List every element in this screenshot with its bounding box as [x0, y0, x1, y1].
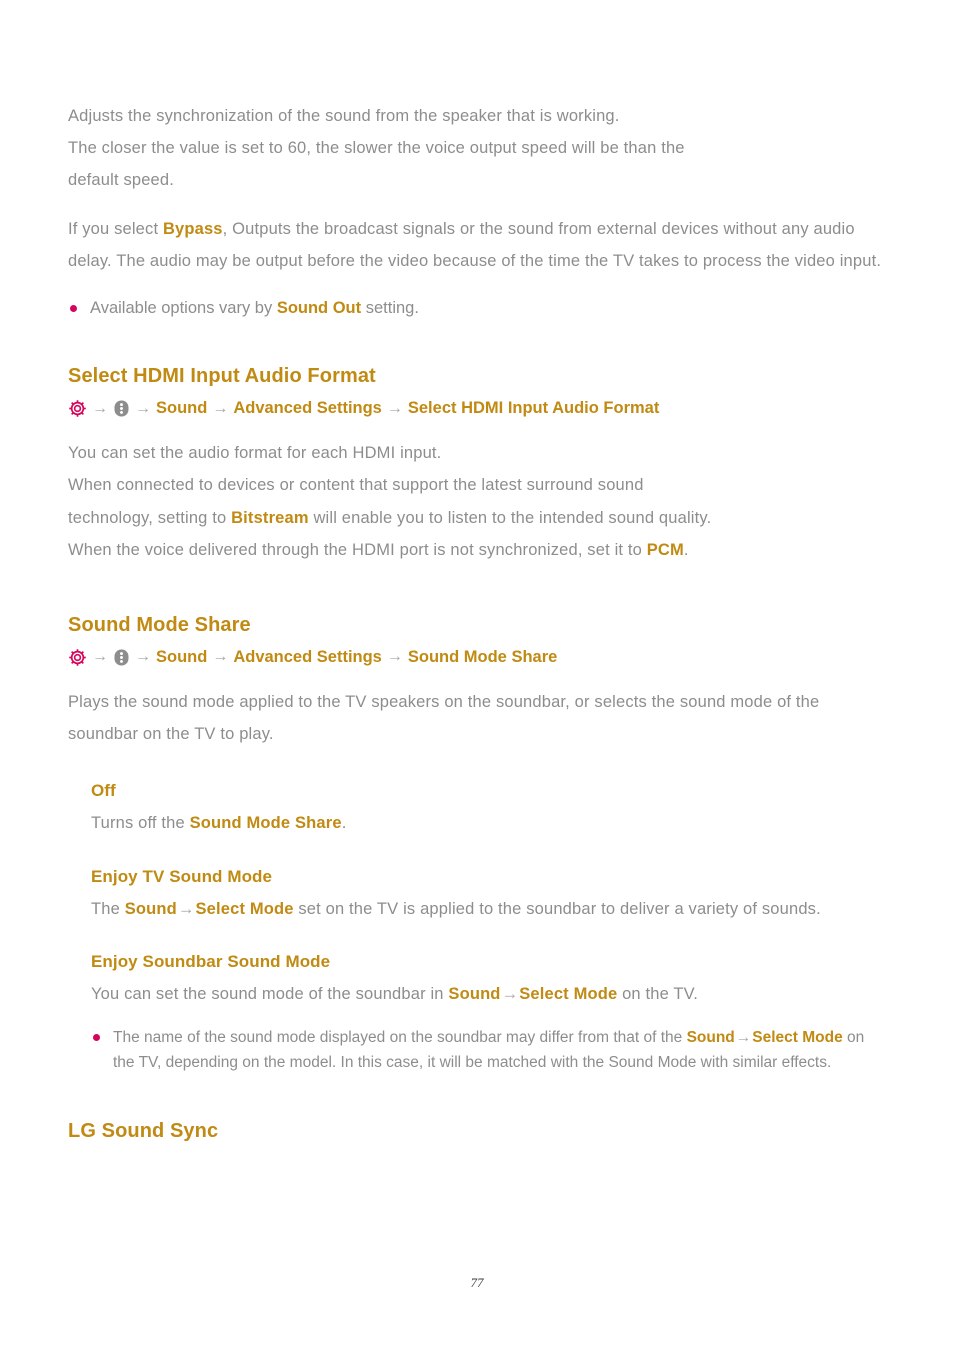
hdmi-line-4-suffix: .: [683, 540, 689, 559]
chevron-right-icon: →: [212, 399, 229, 417]
chevron-right-icon: →: [135, 648, 151, 666]
enjoy-tv-sound-mode-body: The Sound→Select Mode set on the TV is a…: [91, 896, 886, 923]
bypass-prefix: If you select: [68, 219, 163, 238]
chevron-right-icon: →: [92, 648, 108, 666]
intro-note-list: Available options vary by Sound Out sett…: [68, 295, 886, 321]
body-prefix: You can set the sound mode of the soundb…: [91, 985, 449, 1004]
body-prefix: The: [91, 899, 125, 918]
soundbar-note-list: The name of the sound mode displayed on …: [91, 1025, 886, 1075]
enjoy-soundbar-sound-mode-body: You can set the sound mode of the soundb…: [91, 981, 886, 1008]
three-dots-icon[interactable]: [113, 648, 130, 667]
subsection-enjoy-soundbar-sound-mode: Enjoy Soundbar Sound Mode You can set th…: [91, 952, 886, 1075]
breadcrumb-item-advanced-settings[interactable]: Advanced Settings: [233, 648, 382, 667]
select-mode-term: Select Mode: [752, 1029, 843, 1047]
body-suffix: set on the TV is applied to the soundbar…: [293, 899, 821, 918]
section-heading-sound-mode-share: Sound Mode Share: [68, 613, 251, 636]
chevron-right-icon: →: [386, 399, 403, 417]
hdmi-line-3-suffix: will enable you to listen to the intende…: [308, 508, 712, 527]
arrow-right-icon: →: [501, 985, 519, 1004]
sound-mode-share-term: Sound Mode Share: [189, 814, 342, 833]
hdmi-line-3-prefix: technology, setting to: [68, 508, 232, 527]
sub-heading-off: Off: [91, 781, 116, 801]
sound-out-term: Sound Out: [276, 298, 362, 317]
body-suffix: on the TV.: [617, 985, 699, 1004]
intro-paragraph-2: If you select Bypass, Outputs the broadc…: [68, 213, 886, 277]
intro-paragraph-1: Adjusts the synchronization of the sound…: [68, 100, 886, 197]
select-mode-term: Select Mode: [195, 899, 294, 918]
off-body: Turns off the Sound Mode Share.: [91, 810, 886, 836]
intro-line-1: Adjusts the synchronization of the sound…: [68, 107, 620, 125]
hdmi-line-1: You can set the audio format for each HD…: [68, 444, 442, 463]
chevron-right-icon: →: [135, 399, 151, 417]
gear-icon[interactable]: [68, 648, 87, 667]
sound-term: Sound: [124, 899, 177, 918]
breadcrumb: → → Sound → Advanced Settings → Sound Mo…: [68, 648, 886, 667]
document-page: Adjusts the synchronization of the sound…: [0, 0, 954, 1351]
chevron-right-icon: →: [386, 648, 403, 666]
arrow-right-icon: →: [735, 1029, 752, 1047]
subsection-off: Off Turns off the Sound Mode Share.: [91, 781, 886, 836]
hdmi-line-2: When connected to devices or content tha…: [68, 476, 644, 495]
breadcrumb: → → Sound → Advanced Settings → Select H…: [68, 399, 886, 418]
intro-line-2: The closer the value is set to 60, the s…: [68, 139, 685, 158]
chevron-right-icon: →: [212, 648, 229, 666]
chevron-right-icon: →: [92, 399, 108, 417]
intro-line-3: default speed.: [68, 171, 174, 190]
off-body-prefix: Turns off the: [91, 814, 190, 833]
bypass-term: Bypass: [162, 219, 223, 238]
page-content: Adjusts the synchronization of the sound…: [68, 100, 886, 1143]
sound-mode-share-body: Plays the sound mode applied to the TV s…: [68, 692, 820, 744]
list-item: Available options vary by Sound Out sett…: [68, 295, 886, 321]
section-heading-lg-sound-sync: LG Sound Sync: [68, 1120, 219, 1143]
sound-term: Sound: [448, 985, 501, 1004]
hdmi-body: You can set the audio format for each HD…: [68, 437, 886, 566]
section-heading-hdmi: Select HDMI Input Audio Format: [68, 365, 376, 388]
subsection-enjoy-tv-sound-mode: Enjoy TV Sound Mode The Sound→Select Mod…: [91, 867, 886, 923]
bitstream-term: Bitstream: [231, 508, 309, 527]
breadcrumb-item-sound[interactable]: Sound: [156, 399, 207, 418]
note-suffix: setting.: [361, 298, 419, 317]
select-mode-term: Select Mode: [519, 985, 618, 1004]
pcm-term: PCM: [646, 540, 684, 559]
gear-icon[interactable]: [68, 399, 87, 418]
sub-heading-enjoy-tv-sound-mode: Enjoy TV Sound Mode: [91, 866, 273, 886]
list-item: The name of the sound mode displayed on …: [91, 1025, 886, 1075]
hdmi-line-4-prefix: When the voice delivered through the HDM…: [68, 540, 647, 559]
breadcrumb-item-select-hdmi-input-audio-format[interactable]: Select HDMI Input Audio Format: [408, 399, 659, 418]
page-number: 77: [470, 1275, 484, 1290]
breadcrumb-item-sound-mode-share[interactable]: Sound Mode Share: [408, 648, 557, 667]
three-dots-icon[interactable]: [113, 399, 130, 418]
off-body-suffix: .: [341, 814, 347, 833]
breadcrumb-item-advanced-settings[interactable]: Advanced Settings: [233, 399, 382, 418]
arrow-right-icon: →: [177, 899, 195, 918]
breadcrumb-item-sound[interactable]: Sound: [156, 648, 207, 667]
sound-term: Sound: [686, 1029, 735, 1047]
note-prefix: Available options vary by: [90, 298, 277, 317]
sub-heading-enjoy-soundbar-sound-mode: Enjoy Soundbar Sound Mode: [91, 952, 331, 972]
note-prefix: The name of the sound mode displayed on …: [113, 1029, 687, 1047]
